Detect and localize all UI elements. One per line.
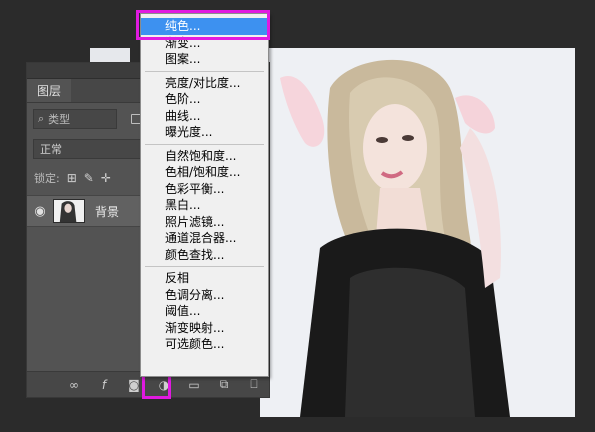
menu-separator [145, 143, 264, 145]
lock-position-move-icon[interactable]: ✛ [101, 171, 111, 185]
photo-illustration [260, 48, 575, 417]
layer-thumbnail[interactable] [53, 199, 85, 223]
menu-item-channel-mixer[interactable]: 通道混合器... [141, 230, 268, 247]
new-layer-icon[interactable]: ⧉ [217, 377, 231, 392]
blend-mode-value: 正常 [40, 143, 62, 156]
menu-highlight-box [136, 10, 270, 40]
menu-item-levels[interactable]: 色阶... [141, 91, 268, 108]
group-icon[interactable]: ▭ [187, 378, 201, 392]
tab-layers[interactable]: 图层 [27, 79, 72, 102]
layer-name: 背景 [95, 204, 120, 219]
lock-paint-brush-icon[interactable]: ✎ [84, 171, 94, 185]
menu-item-color-lookup[interactable]: 颜色查找... [141, 247, 268, 264]
menu-separator [145, 70, 264, 72]
canvas-edge [90, 48, 130, 62]
menu-separator [145, 266, 264, 267]
filter-kind-label: 类型 [48, 113, 71, 126]
adjustment-menu: 纯色... 渐变... 图案... 亮度/对比度... 色阶... 曲线... … [140, 13, 269, 377]
link-icon[interactable]: ∞ [67, 378, 81, 392]
filter-kind-select[interactable]: ⌕ 类型 [33, 109, 117, 129]
menu-item-curves[interactable]: 曲线... [141, 108, 268, 125]
eye-icon[interactable]: ◉ [27, 204, 53, 219]
menu-item-color-balance[interactable]: 色彩平衡... [141, 181, 268, 198]
menu-item-selective-color[interactable]: 可选颜色... [141, 336, 268, 353]
tab-layers-label: 图层 [37, 84, 62, 98]
trash-icon[interactable]: ⎕ [247, 377, 261, 392]
menu-item-brightness-contrast[interactable]: 亮度/对比度... [141, 75, 268, 92]
mask-icon[interactable]: ◙ [127, 378, 141, 392]
search-icon: ⌕ [38, 112, 45, 125]
menu-item-vibrance[interactable]: 自然饱和度... [141, 148, 268, 165]
menu-item-pattern[interactable]: 图案... [141, 51, 268, 68]
lock-transparent-icon[interactable]: ⊞ [67, 171, 77, 185]
lock-label: 锁定: [34, 172, 60, 185]
menu-item-black-white[interactable]: 黑白... [141, 197, 268, 214]
menu-item-gradient-map[interactable]: 渐变映射... [141, 320, 268, 337]
menu-item-photo-filter[interactable]: 照片滤镜... [141, 214, 268, 231]
menu-item-invert[interactable]: 反相 [141, 270, 268, 287]
canvas-photo[interactable] [260, 48, 575, 417]
menu-item-hue-saturation[interactable]: 色相/饱和度... [141, 164, 268, 181]
fx-icon[interactable]: f [97, 378, 111, 392]
menu-item-exposure[interactable]: 曝光度... [141, 124, 268, 141]
menu-item-threshold[interactable]: 阈值... [141, 303, 268, 320]
menu-item-posterize[interactable]: 色调分离... [141, 287, 268, 304]
layer-thumbnail-image [54, 200, 84, 222]
